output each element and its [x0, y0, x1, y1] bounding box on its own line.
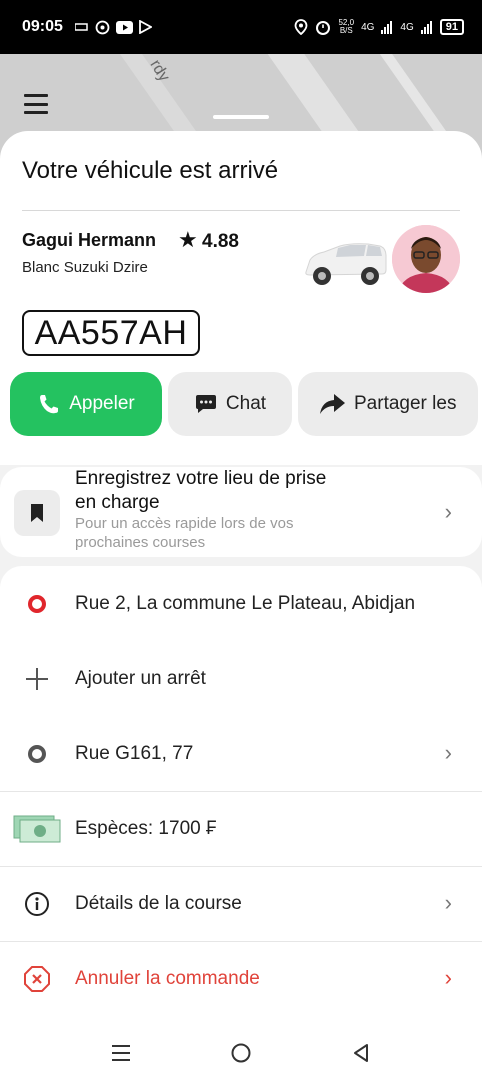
- status-bar: 09:05 52,0 B/S 4G 4G 91: [0, 0, 482, 54]
- signal-label-1: 4G: [361, 21, 375, 33]
- cancel-order-label: Annuler la commande: [75, 967, 260, 989]
- license-plate: AA557AH: [22, 310, 200, 356]
- chat-label: Chat: [225, 393, 267, 414]
- save-pickup-subtitle: Pour un accès rapide lors de vos prochai…: [75, 515, 294, 551]
- plus-icon: [22, 664, 52, 694]
- pickup-dot-icon: [22, 589, 52, 619]
- bookmark-icon: [14, 490, 60, 536]
- trip-details-label: Détails de la course: [75, 892, 242, 914]
- share-button[interactable]: Partager les: [298, 372, 478, 436]
- call-button[interactable]: Appeler: [10, 372, 162, 436]
- net-speed: 52,0 B/S: [338, 18, 355, 35]
- trip-details-row[interactable]: Détails de la course ›: [0, 866, 482, 941]
- chevron-right-icon: ›: [444, 499, 452, 524]
- signal-icon: [381, 20, 393, 34]
- youtube-icon: [115, 20, 133, 34]
- divider: [22, 210, 460, 211]
- driver-name: Gagui Hermann: [22, 230, 157, 250]
- home-button[interactable]: [226, 1038, 256, 1068]
- pickup-row[interactable]: Rue 2, La commune Le Plateau, Abidjan: [0, 566, 482, 641]
- car-image: [305, 243, 387, 285]
- share-arrow-icon: [320, 394, 345, 414]
- add-stop-label: Ajouter un arrêt: [75, 667, 206, 689]
- clock: 09:05: [22, 18, 63, 35]
- driver-avatar: [392, 225, 460, 293]
- sim-icon: [74, 23, 88, 31]
- destination-row[interactable]: Rue G161, 77 ›: [0, 716, 482, 791]
- cash-icon: [12, 814, 62, 844]
- cancel-icon: [22, 964, 52, 994]
- chat-bubble-icon: [195, 395, 216, 413]
- whatsapp-icon: [95, 20, 110, 34]
- save-pickup-card[interactable]: Enregistrez votre lieu de prise en charg…: [0, 467, 482, 557]
- back-button[interactable]: [346, 1038, 376, 1068]
- sheet-drag-handle[interactable]: [213, 115, 269, 119]
- chevron-right-icon: ›: [444, 965, 452, 990]
- payment-row[interactable]: Espèces: 1700 ₣: [0, 791, 482, 866]
- chevron-right-icon: ›: [444, 890, 452, 915]
- chevron-right-icon: ›: [444, 740, 452, 765]
- page-title: Votre véhicule est arrivé: [22, 157, 279, 184]
- payment-label: Espèces: 1700 ₣: [75, 817, 217, 839]
- chat-button[interactable]: Chat: [168, 372, 292, 436]
- recents-button[interactable]: [106, 1038, 136, 1068]
- menu-button[interactable]: [24, 94, 48, 114]
- cancel-order-row[interactable]: Annuler la commande ›: [0, 941, 482, 1016]
- save-pickup-title: Enregistrez votre lieu de prise en charg…: [75, 468, 327, 513]
- phone-icon: [40, 395, 59, 414]
- driver-sheet: Votre véhicule est arrivé Gagui Hermann …: [0, 131, 482, 465]
- signal-label-2: 4G: [400, 21, 414, 33]
- info-icon: [22, 889, 52, 919]
- add-stop-row[interactable]: Ajouter un arrêt: [0, 641, 482, 716]
- battery-indicator: 91: [439, 19, 464, 35]
- call-label: Appeler: [69, 393, 135, 414]
- system-nav-bar: [0, 1026, 482, 1080]
- route-card: Rue 2, La commune Le Plateau, Abidjan Aj…: [0, 566, 482, 1026]
- driver-rating: 4.88: [202, 231, 239, 252]
- signal-icon-2: [420, 20, 432, 34]
- play-store-icon: [139, 20, 152, 34]
- share-label: Partager les: [354, 393, 457, 414]
- car-description: Blanc Suzuki Dzire: [22, 259, 148, 276]
- destination-dot-icon: [22, 739, 52, 769]
- location-icon: [295, 19, 308, 35]
- alarm-icon: [316, 21, 331, 35]
- pickup-address: Rue 2, La commune Le Plateau, Abidjan: [75, 592, 416, 614]
- star-icon: ★: [178, 227, 198, 252]
- destination-address: Rue G161, 77: [75, 742, 194, 764]
